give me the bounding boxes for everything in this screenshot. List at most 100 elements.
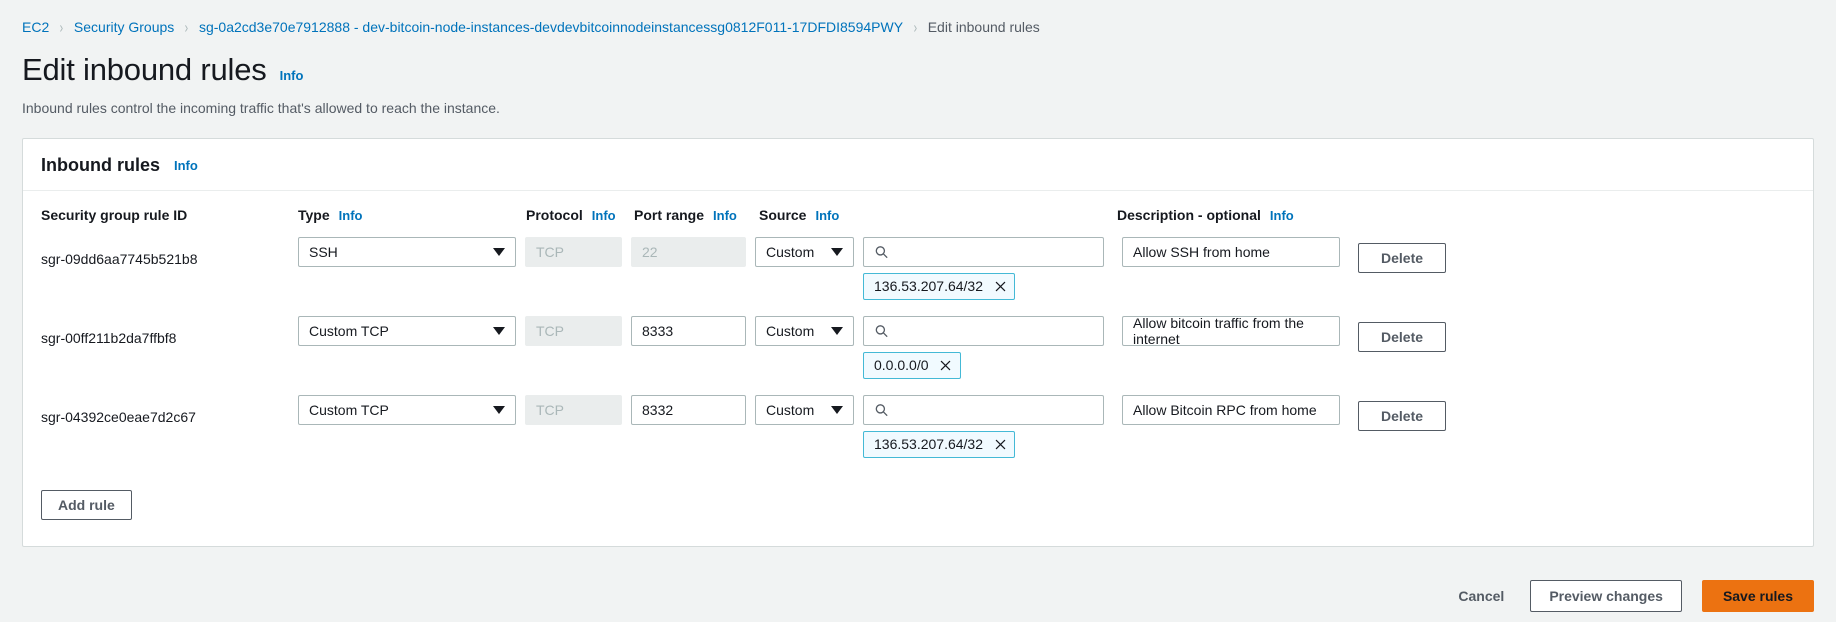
table-row: sgr-00ff211b2da7ffbf8 Custom TCP TCP 833… (41, 310, 1795, 389)
type-info-link[interactable]: Info (339, 208, 363, 223)
column-label: Security group rule ID (41, 206, 188, 223)
source-select-value: Custom (766, 322, 815, 339)
rule-id-cell: sgr-09dd6aa7745b521b8 (41, 231, 289, 273)
table-row: sgr-09dd6aa7745b521b8 SSH TCP 22 Custom … (41, 231, 1795, 310)
rule-id-value: sgr-09dd6aa7745b521b8 (41, 250, 198, 267)
port-range-info-link[interactable]: Info (713, 208, 737, 223)
description-value: Allow SSH from home (1133, 243, 1270, 260)
protocol-value: TCP (536, 243, 564, 260)
card-header: Inbound rules Info (23, 139, 1813, 191)
cidr-tag-label: 136.53.207.64/32 (874, 436, 983, 453)
cidr-tag-wrap: 0.0.0.0/0 (863, 346, 1104, 379)
delete-rule-button[interactable]: Delete (1358, 321, 1447, 352)
rule-id-value: sgr-04392ce0eae7d2c67 (41, 408, 196, 425)
card-info-link[interactable]: Info (174, 158, 198, 173)
type-cell: Custom TCP (289, 310, 525, 352)
port-range-value: 8333 (642, 322, 674, 339)
source-search-input[interactable] (863, 315, 1104, 346)
protocol-info-link[interactable]: Info (592, 208, 616, 223)
chevron-down-icon (493, 326, 505, 335)
type-cell: SSH (289, 231, 525, 273)
inbound-rules-card: Inbound rules Info Security group rule I… (22, 137, 1814, 547)
column-label: Type (298, 206, 330, 223)
source-select[interactable]: Custom (755, 315, 854, 346)
column-header-rule-id: Security group rule ID (41, 191, 289, 231)
port-range-cell: 8333 (631, 310, 755, 352)
source-info-link[interactable]: Info (815, 208, 839, 223)
description-input[interactable]: Allow Bitcoin RPC from home (1122, 394, 1340, 425)
port-range-value: 8332 (642, 401, 674, 418)
column-label: Protocol (526, 206, 583, 223)
protocol-cell: TCP (525, 310, 631, 352)
cancel-button[interactable]: Cancel (1452, 580, 1510, 612)
protocol-value: TCP (536, 322, 564, 339)
breadcrumb-item-security-group[interactable]: sg-0a2cd3e70e7912888 - dev-bitcoin-node-… (199, 19, 903, 35)
column-header-description: Description - optional Info (1113, 191, 1349, 231)
source-search-input[interactable] (863, 394, 1104, 425)
port-range-cell: 8332 (631, 389, 755, 431)
delete-rule-button[interactable]: Delete (1358, 400, 1447, 431)
type-cell: Custom TCP (289, 389, 525, 431)
source-cell: Custom (755, 389, 863, 431)
actions-cell: Delete (1349, 389, 1795, 437)
port-range-field: 22 (631, 236, 746, 267)
description-info-link[interactable]: Info (1270, 208, 1294, 223)
actions-cell: Delete (1349, 231, 1795, 279)
breadcrumb-item-current: Edit inbound rules (927, 18, 1040, 35)
source-search-input[interactable] (863, 236, 1104, 267)
column-label: Port range (634, 206, 705, 223)
close-icon[interactable] (993, 279, 1007, 293)
cidr-tag-label: 0.0.0.0/0 (874, 357, 929, 374)
search-icon (875, 403, 888, 416)
source-value-cell: 136.53.207.64/32 (863, 231, 1113, 306)
preview-changes-button[interactable]: Preview changes (1530, 580, 1682, 612)
column-header-protocol: Protocol Info (525, 191, 631, 231)
table-header-row: Security group rule ID Type Info Protoco… (41, 191, 1795, 231)
chevron-down-icon (831, 326, 843, 335)
chevron-down-icon (493, 247, 505, 256)
add-rule-button[interactable]: Add rule (41, 489, 132, 520)
description-value: Allow bitcoin traffic from the internet (1133, 314, 1304, 347)
column-header-actions (1349, 191, 1795, 215)
type-select[interactable]: Custom TCP (298, 394, 516, 425)
cidr-tag-label: 136.53.207.64/32 (874, 278, 983, 295)
rule-id-value: sgr-00ff211b2da7ffbf8 (41, 329, 177, 346)
table-row: sgr-04392ce0eae7d2c67 Custom TCP TCP 833… (41, 389, 1795, 468)
description-cell: Allow bitcoin traffic from the internet (1113, 310, 1349, 352)
cidr-tag-wrap: 136.53.207.64/32 (863, 425, 1104, 458)
column-header-type: Type Info (289, 191, 525, 231)
close-icon[interactable] (993, 437, 1007, 451)
chevron-down-icon (493, 405, 505, 414)
type-select[interactable]: Custom TCP (298, 315, 516, 346)
search-icon (875, 324, 888, 337)
source-select-value: Custom (766, 401, 815, 418)
description-input[interactable]: Allow bitcoin traffic from the internet (1122, 314, 1340, 347)
breadcrumb-item-security-groups[interactable]: Security Groups (74, 19, 174, 35)
form-footer: Cancel Preview changes Save rules (0, 570, 1836, 622)
breadcrumb-separator-icon: › (184, 17, 189, 36)
add-rule-wrap: Add rule (23, 468, 1813, 546)
type-select[interactable]: SSH (298, 236, 516, 267)
save-rules-button[interactable]: Save rules (1701, 580, 1814, 612)
delete-rule-button[interactable]: Delete (1358, 242, 1447, 273)
source-value-cell: 0.0.0.0/0 (863, 310, 1113, 385)
column-label: Description - optional (1117, 206, 1261, 223)
breadcrumb-item-ec2[interactable]: EC2 (22, 19, 49, 35)
page-title: Edit inbound rules (22, 52, 267, 87)
source-select-value: Custom (766, 243, 815, 260)
description-input[interactable]: Allow SSH from home (1122, 236, 1340, 267)
chevron-down-icon (831, 405, 843, 414)
port-range-input[interactable]: 8332 (631, 394, 746, 425)
port-range-input[interactable]: 8333 (631, 315, 746, 346)
cidr-tag-wrap: 136.53.207.64/32 (863, 267, 1104, 300)
protocol-cell: TCP (525, 389, 631, 431)
cidr-tag: 136.53.207.64/32 (863, 430, 1015, 458)
card-title: Inbound rules (41, 154, 160, 175)
source-select[interactable]: Custom (755, 394, 854, 425)
protocol-field: TCP (525, 394, 622, 425)
source-select[interactable]: Custom (755, 236, 854, 267)
search-icon (875, 245, 888, 258)
page-header: Edit inbound rules Info Inbound rules co… (0, 40, 1836, 116)
close-icon[interactable] (939, 358, 953, 372)
page-info-link[interactable]: Info (280, 68, 304, 83)
